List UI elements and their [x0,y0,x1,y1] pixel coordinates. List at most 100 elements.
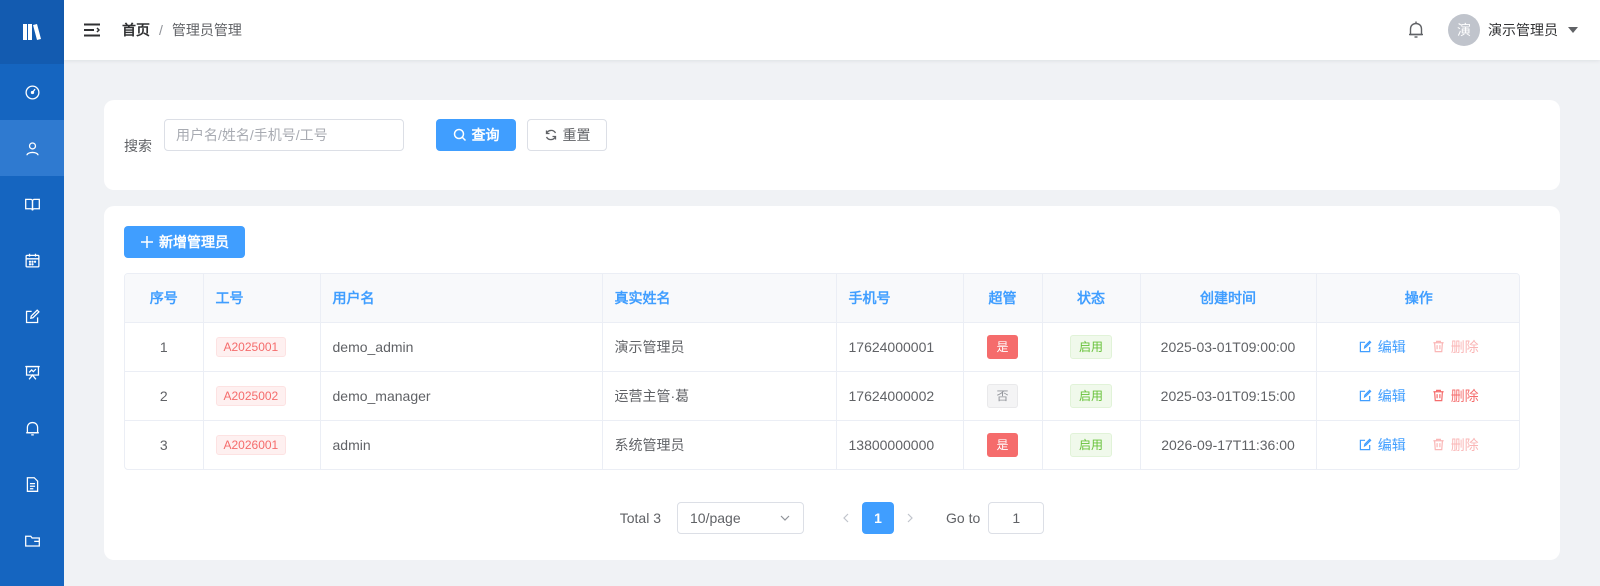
add-admin-button[interactable]: 新增管理员 [124,226,245,258]
sidebar-item-books[interactable] [0,176,64,232]
presentation-icon [24,365,40,380]
breadcrumb: 首页 / 管理员管理 [122,20,242,40]
top-header: 首页 / 管理员管理 演 演示管理员 [64,0,1600,60]
cell-phone: 17624000002 [836,371,964,421]
delete-button[interactable]: 删除 [1432,386,1479,406]
cell-created: 2026-09-17T11:36:00 [1140,420,1317,469]
edit-button[interactable]: 编辑 [1359,337,1406,357]
super-admin-tag: 是 [987,432,1018,457]
cell-username: admin [320,420,603,469]
chevron-left-icon [843,513,849,523]
sidebar-item-presentation[interactable] [0,344,64,400]
column-header-status: 状态 [1042,274,1141,323]
page-size-select[interactable]: 10/page [677,502,804,534]
cell-real-name: 系统管理员 [602,420,837,469]
reset-button-label: 重置 [562,127,591,143]
dashboard-icon [24,84,40,100]
search-label: 搜索 [124,138,152,154]
edit-label: 编辑 [1377,338,1406,355]
pagination-total: Total 3 [619,510,661,526]
trash-icon [1433,439,1444,451]
sidebar-item-edit[interactable] [0,288,64,344]
cell-username: demo_manager [320,371,603,421]
menu-fold-icon [84,23,100,37]
column-header-username: 用户名 [320,274,603,323]
edit-label: 编辑 [1377,436,1406,453]
column-header-super: 超管 [963,274,1043,323]
sidebar-item-documents[interactable] [0,456,64,512]
avatar[interactable]: 演 [1448,14,1480,46]
table-panel: 新增管理员 序号 工号 用户名 真实姓名 手机号 超管 状态 创建时间 操作 1… [104,206,1560,560]
status-badge: 启用 [1069,432,1112,457]
refresh-icon [545,129,556,141]
cell-real-name: 演示管理员 [602,322,837,372]
column-header-phone: 手机号 [836,274,964,323]
table-header-row: 序号 工号 用户名 真实姓名 手机号 超管 状态 创建时间 操作 [125,274,1519,323]
trash-icon [1433,340,1444,353]
breadcrumb-separator: / [159,22,163,38]
super-admin-tag: 是 [987,334,1018,359]
table-row: 2 A2025002 demo_manager 运营主管·葛 176240000… [125,371,1519,421]
cell-phone: 17624000001 [836,322,964,372]
prev-page-button[interactable] [830,502,862,534]
cell-phone: 13800000000 [836,420,964,469]
search-icon [453,128,466,142]
page-number-current[interactable]: 1 [862,502,894,534]
notification-bell-icon[interactable] [1406,20,1426,40]
user-name[interactable]: 演示管理员 [1488,20,1558,40]
delete-label: 删除 [1450,436,1479,453]
edit-label: 编辑 [1377,387,1406,404]
cell-real-name: 运营主管·葛 [602,371,837,421]
sidebar-item-calendar[interactable] [0,232,64,288]
cell-index: 2 [125,371,204,421]
column-header-emp-id: 工号 [203,274,321,323]
search-panel: 搜索 查询 重置 [104,100,1560,190]
user-icon [25,141,39,156]
cell-index: 1 [125,322,204,372]
delete-label: 删除 [1450,387,1479,404]
query-button[interactable]: 查询 [436,119,516,151]
bell-icon [25,421,39,436]
emp-id-tag: A2025002 [215,385,287,406]
query-button-label: 查询 [471,127,500,143]
logo[interactable] [0,0,64,64]
collapse-menu-button[interactable] [84,21,102,39]
admin-table: 序号 工号 用户名 真实姓名 手机号 超管 状态 创建时间 操作 1 A2025… [124,273,1520,470]
goto-label: Go to [946,510,981,526]
edit-button[interactable]: 编辑 [1359,386,1406,406]
column-header-real-name: 真实姓名 [602,274,837,323]
delete-label: 删除 [1450,338,1479,355]
goto-page-input[interactable] [988,502,1045,534]
cell-created: 2025-03-01T09:00:00 [1140,322,1317,372]
book-icon [24,198,40,211]
calendar-icon [24,253,40,268]
status-badge: 启用 [1069,334,1112,359]
sidebar-item-admins[interactable] [0,120,64,176]
add-admin-button-label: 新增管理员 [159,234,229,250]
table-row: 1 A2025001 demo_admin 演示管理员 17624000001 … [125,322,1519,372]
folder-icon [24,535,40,547]
edit-icon [1359,438,1372,451]
caret-down-icon[interactable] [1568,27,1578,33]
emp-id-tag: A2026001 [215,434,287,455]
edit-button[interactable]: 编辑 [1359,435,1406,455]
breadcrumb-current: 管理员管理 [171,22,242,38]
next-page-button[interactable] [894,502,926,534]
plus-icon [141,236,153,248]
cell-created: 2025-03-01T09:15:00 [1140,371,1317,421]
pagination: Total 3 10/page 1 Go to [104,502,1560,534]
page-size-value: 10/page [690,510,741,526]
cell-index: 3 [125,420,204,469]
sidebar-item-dashboard[interactable] [0,64,64,120]
column-header-actions: 操作 [1316,274,1519,323]
delete-button[interactable]: 删除 [1432,337,1479,357]
breadcrumb-home[interactable]: 首页 [122,20,150,40]
trash-icon [1433,389,1444,402]
search-input[interactable] [164,119,404,151]
column-header-index: 序号 [125,274,204,323]
reset-button[interactable]: 重置 [527,119,607,151]
sidebar-item-folder[interactable] [0,512,64,568]
sidebar-item-notifications[interactable] [0,400,64,456]
book-logo-icon [23,24,41,40]
delete-button[interactable]: 删除 [1432,435,1479,455]
